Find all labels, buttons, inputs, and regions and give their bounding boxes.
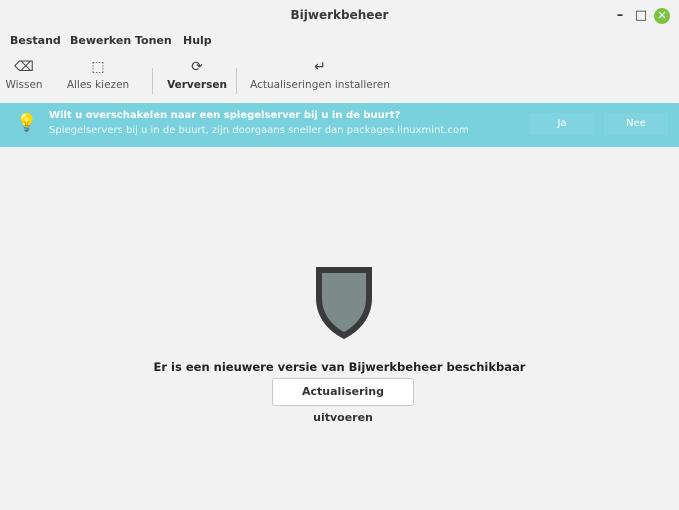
refresh-button-label: Verversen [167, 79, 227, 91]
main-content: Er is een nieuwere versie van Bijwerkbeh… [0, 147, 679, 510]
yes-button[interactable]: Ja [530, 113, 594, 135]
refresh-icon: ⟳ [191, 59, 203, 75]
menu-bewerken[interactable]: Bewerken [70, 34, 131, 47]
mirror-info-bar: 💡 Wilt u overschakelen naar een spiegels… [0, 103, 679, 147]
install-updates-button-label: Actualiseringen installeren [250, 79, 390, 91]
no-button[interactable]: Nee [604, 113, 668, 135]
info-bar-title: Wilt u overschakelen naar een spiegelser… [49, 110, 401, 121]
window-title: Bijwerkbeheer [290, 8, 389, 22]
install-icon: ↵ [314, 59, 326, 75]
title-bar[interactable]: Bijwerkbeheer – □ ✕ [0, 0, 679, 32]
perform-update-button[interactable]: Actualisering uitvoeren [272, 378, 414, 424]
close-button[interactable]: ✕ [654, 8, 670, 24]
menu-hulp[interactable]: Hulp [183, 34, 212, 47]
update-available-message: Er is een nieuwere versie van Bijwerkbeh… [153, 360, 526, 374]
toolbar-separator [152, 68, 153, 94]
info-bar-subtitle: Spiegelservers bij u in de buurt, zijn d… [49, 125, 469, 136]
maximize-button[interactable]: □ [633, 8, 649, 24]
update-manager-window: Bijwerkbeheer – □ ✕ Bestand Bewerken Ton… [0, 0, 679, 510]
toolbar-separator [236, 68, 237, 94]
install-updates-button[interactable]: ↵ Actualiseringen installeren [244, 58, 396, 91]
refresh-button[interactable]: ⟳ Verversen [164, 58, 230, 91]
select-all-icon: ⬚ [91, 59, 105, 75]
menu-tonen[interactable]: Tonen [135, 34, 172, 47]
minimize-button[interactable]: – [612, 8, 628, 24]
select-all-button[interactable]: ⬚ Alles kiezen [58, 58, 138, 91]
backspace-icon: ⌫ [14, 59, 34, 75]
shield-icon [316, 267, 372, 339]
clear-button[interactable]: ⌫ Wissen [4, 58, 44, 91]
toolbar: ⌫ Wissen ⬚ Alles kiezen ⟳ Verversen ↵ Ac… [0, 58, 679, 102]
select-all-button-label: Alles kiezen [66, 79, 130, 91]
menu-bestand[interactable]: Bestand [10, 34, 61, 47]
lightbulb-icon: 💡 [16, 113, 38, 133]
clear-button-label: Wissen [5, 79, 43, 91]
